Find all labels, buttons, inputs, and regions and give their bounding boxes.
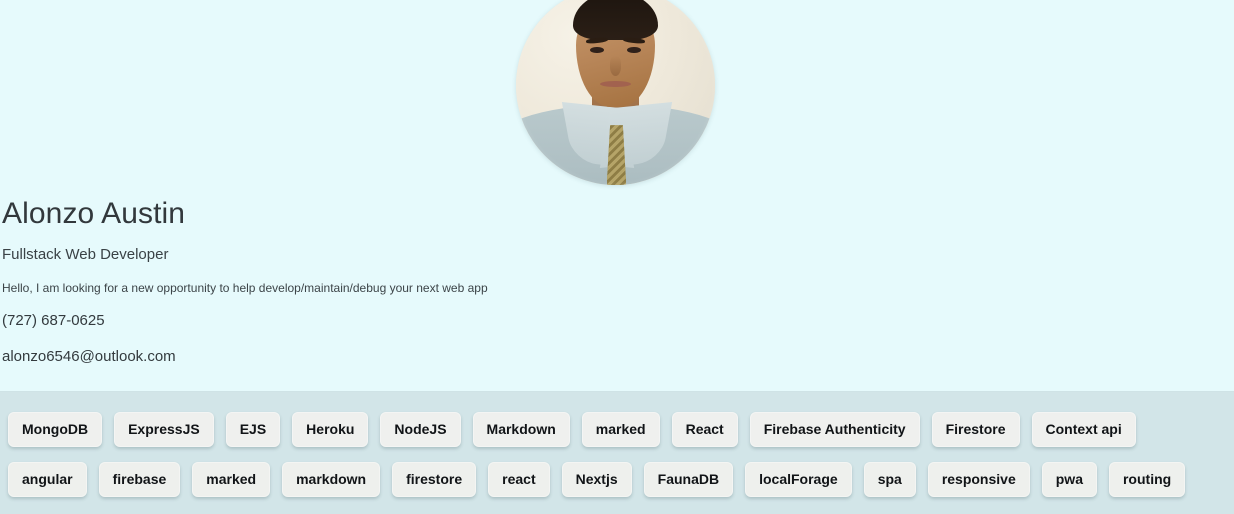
skill-tag[interactable]: Context api bbox=[1031, 411, 1136, 447]
avatar bbox=[516, 0, 715, 185]
skill-tag[interactable]: markdown bbox=[282, 462, 381, 497]
skill-tag[interactable]: MongoDB bbox=[8, 411, 103, 447]
skill-tag[interactable]: Heroku bbox=[292, 411, 369, 447]
skill-tag[interactable]: Firebase Authenticity bbox=[749, 411, 920, 447]
skill-tag[interactable]: ExpressJS bbox=[114, 411, 214, 447]
skill-tag[interactable]: marked bbox=[581, 411, 660, 447]
profile-job-title: Fullstack Web Developer bbox=[2, 246, 169, 263]
skill-tag[interactable]: localForage bbox=[745, 462, 852, 497]
profile-phone[interactable]: (727) 687-0625 bbox=[0, 296, 700, 330]
skill-tag[interactable]: routing bbox=[1108, 462, 1186, 497]
skill-tag[interactable]: Firestore bbox=[931, 411, 1020, 447]
skill-tag[interactable]: react bbox=[488, 462, 550, 497]
hero-section: Alonzo Austin Fullstack Web Developer He… bbox=[0, 0, 1234, 391]
skill-tag[interactable]: firebase bbox=[98, 462, 181, 497]
skill-tag[interactable]: NodeJS bbox=[380, 411, 461, 447]
skill-tags-row-2: angular firebase marked markdown firestore re… bbox=[0, 449, 1234, 506]
skill-tag[interactable]: FaunaDB bbox=[643, 462, 734, 497]
skill-tag[interactable]: angular bbox=[8, 462, 87, 497]
skill-tag[interactable]: spa bbox=[863, 462, 916, 497]
skill-tag[interactable]: firestore bbox=[392, 462, 477, 497]
skill-tag[interactable]: EJS bbox=[225, 411, 281, 447]
skill-tag[interactable]: React bbox=[671, 411, 738, 447]
profile-page: Alonzo Austin Fullstack Web Developer He… bbox=[0, 0, 1234, 514]
profile-bio: Hello, I am looking for a new opportunit… bbox=[2, 281, 488, 295]
skill-tags-panel: MongoDB ExpressJS EJS Heroku NodeJS Markdown m… bbox=[0, 391, 1234, 514]
profile-email-link[interactable]: alonzo6546@outlook.com bbox=[0, 330, 176, 366]
skill-tag[interactable]: Markdown bbox=[472, 411, 570, 447]
skill-tag[interactable]: marked bbox=[192, 462, 271, 497]
profile-photo-icon bbox=[516, 0, 715, 185]
skill-tag[interactable]: Nextjs bbox=[561, 462, 632, 497]
skill-tags-row-1: MongoDB ExpressJS EJS Heroku NodeJS Markdown m… bbox=[0, 392, 1234, 449]
profile-info: Alonzo Austin Fullstack Web Developer He… bbox=[0, 196, 700, 366]
page-title: Alonzo Austin bbox=[2, 197, 186, 230]
skill-tag[interactable]: pwa bbox=[1041, 462, 1097, 497]
skill-tag[interactable]: responsive bbox=[927, 462, 1030, 497]
